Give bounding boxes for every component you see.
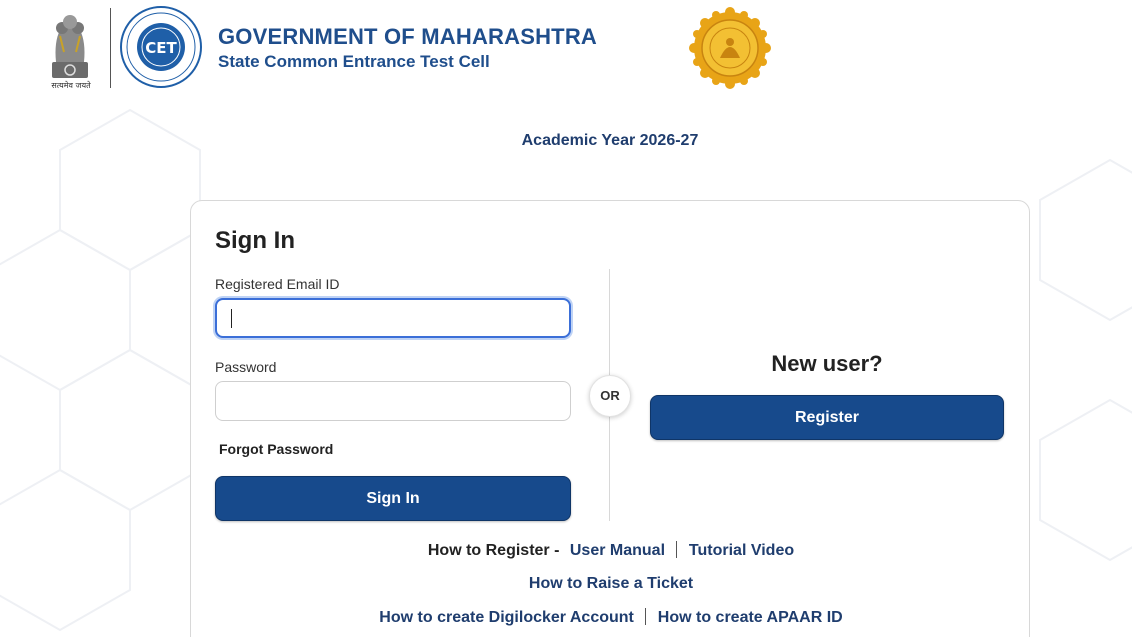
text-caret (231, 309, 232, 328)
maharashtra-seal-icon (689, 7, 771, 89)
raise-ticket-link[interactable]: How to Raise a Ticket (529, 575, 693, 592)
org-title: GOVERNMENT OF MAHARASHTRA (218, 24, 597, 49)
how-to-register-label: How to Register - (427, 542, 560, 559)
email-label: Registered Email ID (215, 276, 340, 292)
link-separator (676, 541, 678, 558)
emblem-caption: सत्यमेव जयते (51, 81, 91, 90)
help-links-row-2: How to Raise a Ticket (191, 575, 1031, 593)
digilocker-link[interactable]: How to create Digilocker Account (379, 609, 634, 626)
new-user-heading: New user? (771, 351, 883, 376)
org-subtitle: State Common Entrance Test Cell (218, 52, 490, 71)
user-manual-link[interactable]: User Manual (570, 542, 665, 559)
signin-button[interactable]: Sign In (215, 476, 571, 521)
apaar-id-link[interactable]: How to create APAAR ID (658, 609, 843, 626)
login-card: Sign In Registered Email ID Password For… (190, 200, 1030, 637)
academic-year: Academic Year 2026-27 (521, 132, 699, 149)
site-header: सत्यमेव जयते CET GOVERNMENT OF MAHARASHT… (0, 0, 1132, 100)
cet-logo-text: CET (145, 39, 177, 57)
help-links-row-1: How to Register - User Manual Tutorial V… (191, 541, 1031, 560)
link-separator (645, 608, 647, 625)
header-divider (110, 8, 111, 88)
tutorial-video-link[interactable]: Tutorial Video (689, 542, 794, 559)
forgot-password-link[interactable]: Forgot Password (219, 441, 333, 457)
email-input[interactable] (215, 298, 571, 338)
help-links-row-3: How to create Digilocker Account How to … (191, 608, 1031, 627)
cet-logo: CET (120, 6, 202, 88)
password-label: Password (215, 359, 277, 375)
signin-title: Sign In (215, 227, 295, 254)
password-input[interactable] (215, 381, 571, 421)
register-button[interactable]: Register (650, 395, 1004, 440)
or-badge: OR (589, 375, 631, 417)
